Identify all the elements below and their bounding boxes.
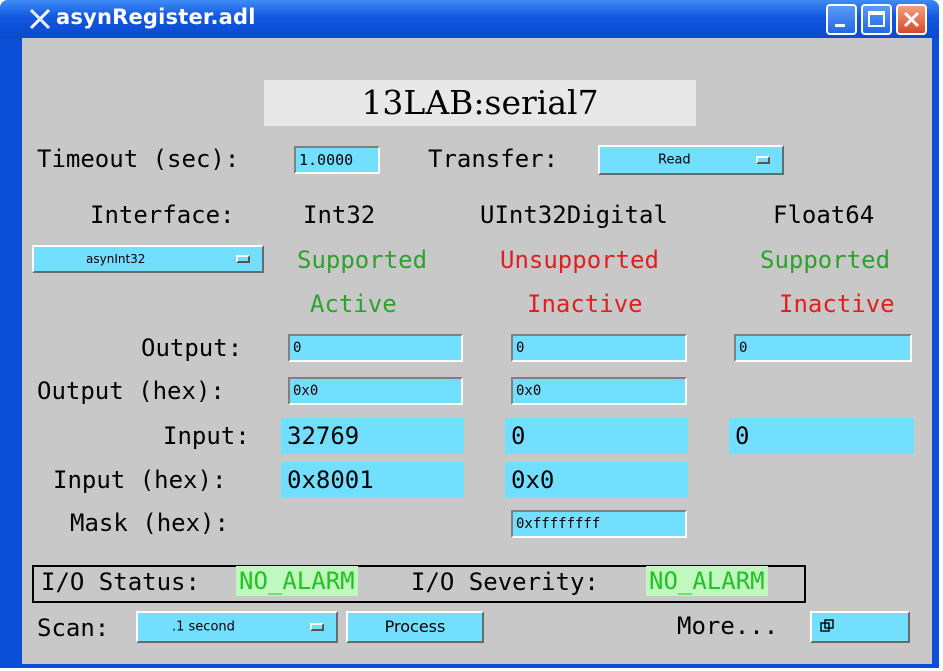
input-hex-label: Input (hex): <box>53 466 227 494</box>
col-float64-header: Float64 <box>773 201 875 229</box>
timeout-input[interactable]: 1.0000 <box>294 146 380 174</box>
uint32digital-input-readback: 0 <box>505 418 688 454</box>
uint32digital-output-input[interactable]: 0 <box>511 334 687 362</box>
menu-indicator-icon <box>310 623 324 631</box>
int32-active-status: Active <box>310 290 397 318</box>
close-icon <box>903 11 920 28</box>
interface-menu[interactable]: asynInt32 <box>32 245 264 273</box>
transfer-menu-value: Read <box>658 152 691 168</box>
input-label: Input: <box>163 422 250 450</box>
related-display-icon <box>820 619 834 632</box>
uint32digital-input-hex-readback: 0x0 <box>505 462 688 498</box>
close-button[interactable] <box>896 4 927 35</box>
int32-output-input[interactable]: 0 <box>288 334 463 362</box>
float64-output-input[interactable]: 0 <box>734 334 912 362</box>
menu-indicator-icon <box>756 156 770 164</box>
transfer-label: Transfer: <box>428 145 559 173</box>
maximize-button[interactable] <box>861 4 892 35</box>
device-name: 13LAB:serial7 <box>264 80 696 126</box>
int32-input-hex-readback: 0x8001 <box>281 462 464 498</box>
float64-active-status: Inactive <box>779 290 895 318</box>
scan-label: Scan: <box>37 614 110 642</box>
scan-menu-value: .1 second <box>172 619 235 635</box>
int32-output-hex-input[interactable]: 0x0 <box>288 377 463 405</box>
more-label: More... <box>677 612 779 640</box>
minimize-button[interactable] <box>826 4 857 35</box>
uint32digital-support-status: Unsupported <box>500 246 659 274</box>
output-hex-label: Output (hex): <box>37 377 225 405</box>
interface-menu-value: asynInt32 <box>86 252 146 266</box>
float64-support-status: Supported <box>760 246 891 274</box>
x-app-icon <box>29 8 51 30</box>
transfer-menu[interactable]: Read <box>598 145 784 175</box>
uint32digital-mask-hex-input[interactable]: 0xffffffff <box>511 510 687 538</box>
col-uint32digital-header: UInt32Digital <box>480 201 668 229</box>
io-status-label: I/O Status: <box>41 568 200 596</box>
minimize-icon <box>835 24 845 27</box>
title-bar[interactable]: asynRegister.adl <box>0 0 939 38</box>
maximize-icon <box>868 11 885 27</box>
uint32digital-active-status: Inactive <box>527 290 643 318</box>
int32-input-readback: 32769 <box>281 418 464 454</box>
process-button[interactable]: Process <box>346 611 484 643</box>
mask-hex-label: Mask (hex): <box>70 509 229 537</box>
menu-indicator-icon <box>236 255 250 263</box>
interface-label: Interface: <box>90 201 235 229</box>
col-int32-header: Int32 <box>303 201 376 229</box>
float64-input-readback: 0 <box>729 418 914 454</box>
more-related-display-button[interactable] <box>810 611 910 643</box>
timeout-label: Timeout (sec): <box>37 145 240 173</box>
io-severity-value: NO_ALARM <box>646 566 768 596</box>
scan-menu[interactable]: .1 second <box>136 611 338 643</box>
io-severity-label: I/O Severity: <box>411 568 599 596</box>
output-label: Output: <box>141 334 243 362</box>
io-status-value: NO_ALARM <box>236 566 358 596</box>
int32-support-status: Supported <box>297 246 428 274</box>
uint32digital-output-hex-input[interactable]: 0x0 <box>511 377 687 405</box>
window-bottom-border <box>0 664 939 668</box>
window-title: asynRegister.adl <box>56 5 256 29</box>
